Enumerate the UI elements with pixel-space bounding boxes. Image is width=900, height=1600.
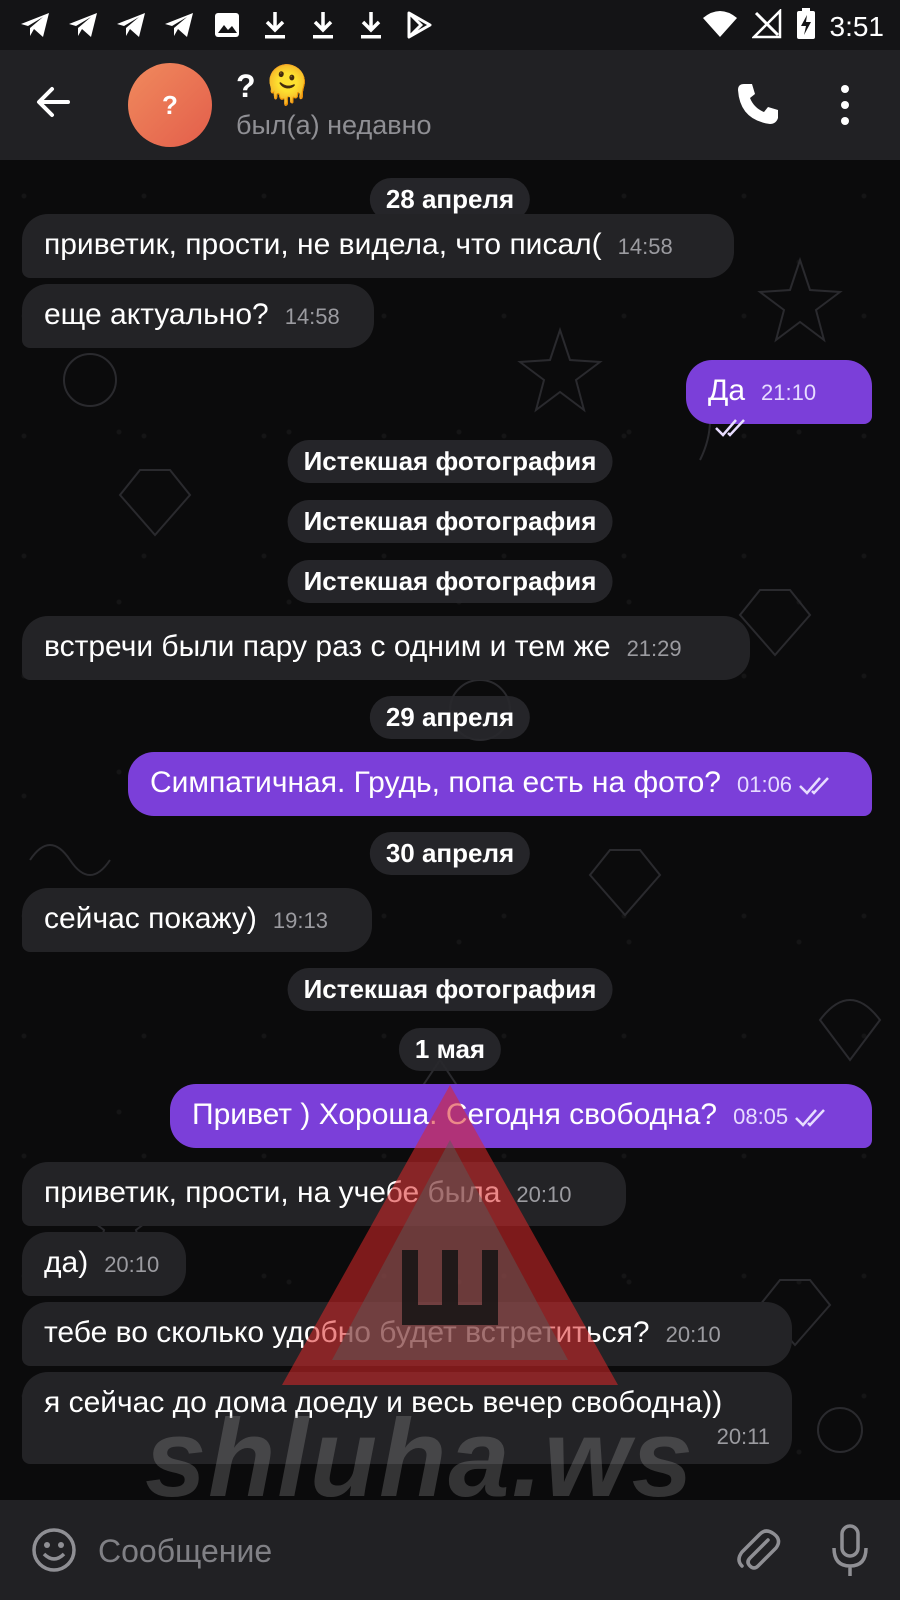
message-incoming[interactable]: еще актуально? 14:58 xyxy=(22,284,374,348)
double-check-icon xyxy=(799,777,829,795)
play-store-icon xyxy=(402,8,436,42)
system-status: 3:51 xyxy=(702,7,885,45)
message-time: 20:10 xyxy=(665,1322,721,1347)
image-icon xyxy=(210,8,244,42)
message-input[interactable] xyxy=(96,1520,700,1582)
message-incoming[interactable]: приветик, прости, на учебе была 20:10 xyxy=(22,1162,626,1226)
attach-button[interactable] xyxy=(734,1526,782,1574)
arrow-left-icon xyxy=(37,87,70,117)
message-text: да) xyxy=(44,1246,89,1279)
message-time: 21:29 xyxy=(626,636,682,661)
voice-record-button[interactable] xyxy=(830,1524,870,1578)
notification-icons xyxy=(18,8,436,42)
message-time: 14:58 xyxy=(284,304,340,329)
message-time: 20:10 xyxy=(516,1182,572,1207)
double-check-icon xyxy=(715,419,745,437)
phone-icon xyxy=(738,84,778,124)
status-time: 3:51 xyxy=(829,10,885,42)
call-button[interactable] xyxy=(734,80,782,128)
message-text: Симпатичная. Грудь, попа есть на фото? xyxy=(150,766,721,799)
avatar[interactable]: ? xyxy=(128,63,212,147)
message-text: Привет ) Хороша. Сегодня свободна? xyxy=(192,1098,718,1131)
message-outgoing[interactable]: Симпатичная. Грудь, попа есть на фото? 01… xyxy=(128,752,872,816)
message-time: 21:10 xyxy=(761,380,817,405)
expired-photo-notice: Истекшая фотография xyxy=(287,500,613,543)
back-button[interactable] xyxy=(32,80,76,124)
more-vertical-icon xyxy=(841,85,849,125)
message-time: 01:06 xyxy=(736,772,793,797)
message-incoming[interactable]: да) 20:10 xyxy=(22,1232,186,1296)
date-separator: 29 апреля xyxy=(369,696,531,739)
message-outgoing[interactable]: Да 21:10 xyxy=(686,360,872,437)
download-icon xyxy=(354,8,388,42)
telegram-icon xyxy=(18,8,52,42)
date-separator: 30 апреля xyxy=(369,832,531,875)
message-time: 08:05 xyxy=(733,1104,789,1129)
message-text: еще актуально? xyxy=(44,298,269,331)
message-text: приветик, прости, не видела, что писал( xyxy=(44,228,602,261)
wifi-icon xyxy=(702,10,738,43)
status-bar: 3:51 xyxy=(0,0,900,50)
contact-name-block[interactable]: ? 🫠 xyxy=(236,64,311,108)
message-incoming[interactable]: сейчас покажу) 19:13 xyxy=(22,888,372,952)
chat-header: ? ? 🫠 был(а) недавно xyxy=(0,50,900,160)
chat-area[interactable]: 28 апреля приветик, прости, не видела, ч… xyxy=(0,160,900,1500)
message-incoming[interactable]: тебе во сколько удобно будет встретиться… xyxy=(22,1302,792,1366)
message-incoming[interactable]: я сейчас до дома доеду и весь вечер своб… xyxy=(22,1372,792,1464)
message-text: тебе во сколько удобно будет встретиться… xyxy=(44,1316,650,1349)
smiley-emoji-icon: 🫠 xyxy=(263,65,311,107)
date-separator: 1 мая xyxy=(398,1028,502,1071)
message-time: 20:11 xyxy=(716,1424,770,1449)
telegram-icon xyxy=(114,8,148,42)
message-text: приветик, прости, на учебе была xyxy=(44,1176,501,1209)
paperclip-icon xyxy=(737,1529,781,1570)
message-incoming[interactable]: приветик, прости, не видела, что писал( 1… xyxy=(22,214,734,278)
expired-photo-notice: Истекшая фотография xyxy=(287,440,613,483)
telegram-icon xyxy=(162,8,196,42)
download-icon xyxy=(258,8,292,42)
message-text: Да xyxy=(708,374,746,407)
expired-photo-notice: Истекшая фотография xyxy=(287,968,613,1011)
expired-photo-notice: Истекшая фотография xyxy=(287,560,613,603)
more-menu-button[interactable] xyxy=(830,80,860,130)
battery-charging-icon xyxy=(796,8,816,45)
smiley-icon xyxy=(32,1528,76,1572)
no-signal-icon xyxy=(750,7,782,44)
message-text: сейчас покажу) xyxy=(44,902,257,935)
message-outgoing[interactable]: Привет ) Хороша. Сегодня свободна? 08:05 xyxy=(170,1084,872,1148)
double-check-icon xyxy=(795,1109,826,1127)
download-icon xyxy=(306,8,340,42)
message-time: 14:58 xyxy=(617,234,673,259)
message-text: встречи были пару раз с одним и тем же xyxy=(44,630,611,663)
message-time: 19:13 xyxy=(272,908,328,933)
message-incoming[interactable]: встречи были пару раз с одним и тем же 21… xyxy=(22,616,750,680)
message-time: 20:10 xyxy=(104,1252,160,1277)
emoji-button[interactable] xyxy=(30,1526,78,1574)
message-composer xyxy=(0,1500,900,1600)
message-text: я сейчас до дома доеду и весь вечер своб… xyxy=(44,1386,723,1419)
microphone-icon xyxy=(832,1524,868,1576)
contact-name: ? xyxy=(236,67,256,104)
telegram-icon xyxy=(66,8,100,42)
last-seen-status: был(а) недавно xyxy=(236,110,432,140)
avatar-letter: ? xyxy=(162,89,178,120)
